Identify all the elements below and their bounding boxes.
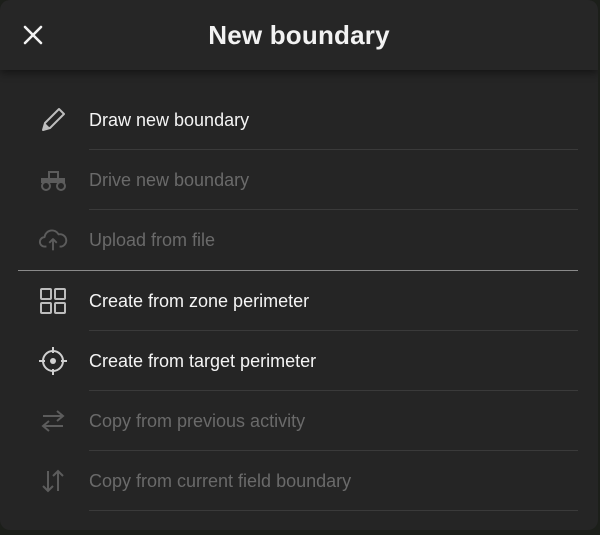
menu-item-drive-new-boundary[interactable]: Drive new boundary xyxy=(0,150,598,210)
menu-item-copy-from-current-field-boundary[interactable]: Copy from current field boundary xyxy=(0,451,598,511)
close-icon xyxy=(23,25,43,45)
close-button[interactable] xyxy=(16,18,50,52)
row-divider xyxy=(89,510,578,511)
menu-item-create-from-target-perimeter[interactable]: Create from target perimeter xyxy=(0,331,598,391)
swap-vertical-icon xyxy=(38,466,68,496)
dialog-header: New boundary xyxy=(0,0,598,70)
tractor-icon xyxy=(38,165,68,195)
dialog-title: New boundary xyxy=(208,20,390,50)
boundary-options-list: Draw new boundary Drive new boundary Upl… xyxy=(0,70,598,511)
pencil-icon xyxy=(38,105,68,135)
menu-item-label: Upload from file xyxy=(89,230,216,250)
menu-item-label: Copy from previous activity xyxy=(89,411,306,431)
menu-item-label: Create from target perimeter xyxy=(89,351,317,371)
menu-item-label: Create from zone perimeter xyxy=(89,291,310,311)
menu-item-draw-new-boundary[interactable]: Draw new boundary xyxy=(0,90,598,150)
grid-icon xyxy=(38,286,68,316)
menu-item-upload-from-file[interactable]: Upload from file xyxy=(0,210,598,270)
swap-horizontal-icon xyxy=(38,406,68,436)
menu-item-label: Copy from current field boundary xyxy=(89,471,352,491)
menu-item-label: Drive new boundary xyxy=(89,170,250,190)
new-boundary-dialog: New boundary Draw new boundary Drive new… xyxy=(0,0,598,530)
cloud-upload-icon xyxy=(38,225,68,255)
menu-item-copy-from-previous-activity[interactable]: Copy from previous activity xyxy=(0,391,598,451)
menu-item-create-from-zone-perimeter[interactable]: Create from zone perimeter xyxy=(0,271,598,331)
menu-item-label: Draw new boundary xyxy=(89,110,250,130)
crosshair-icon xyxy=(38,346,68,376)
